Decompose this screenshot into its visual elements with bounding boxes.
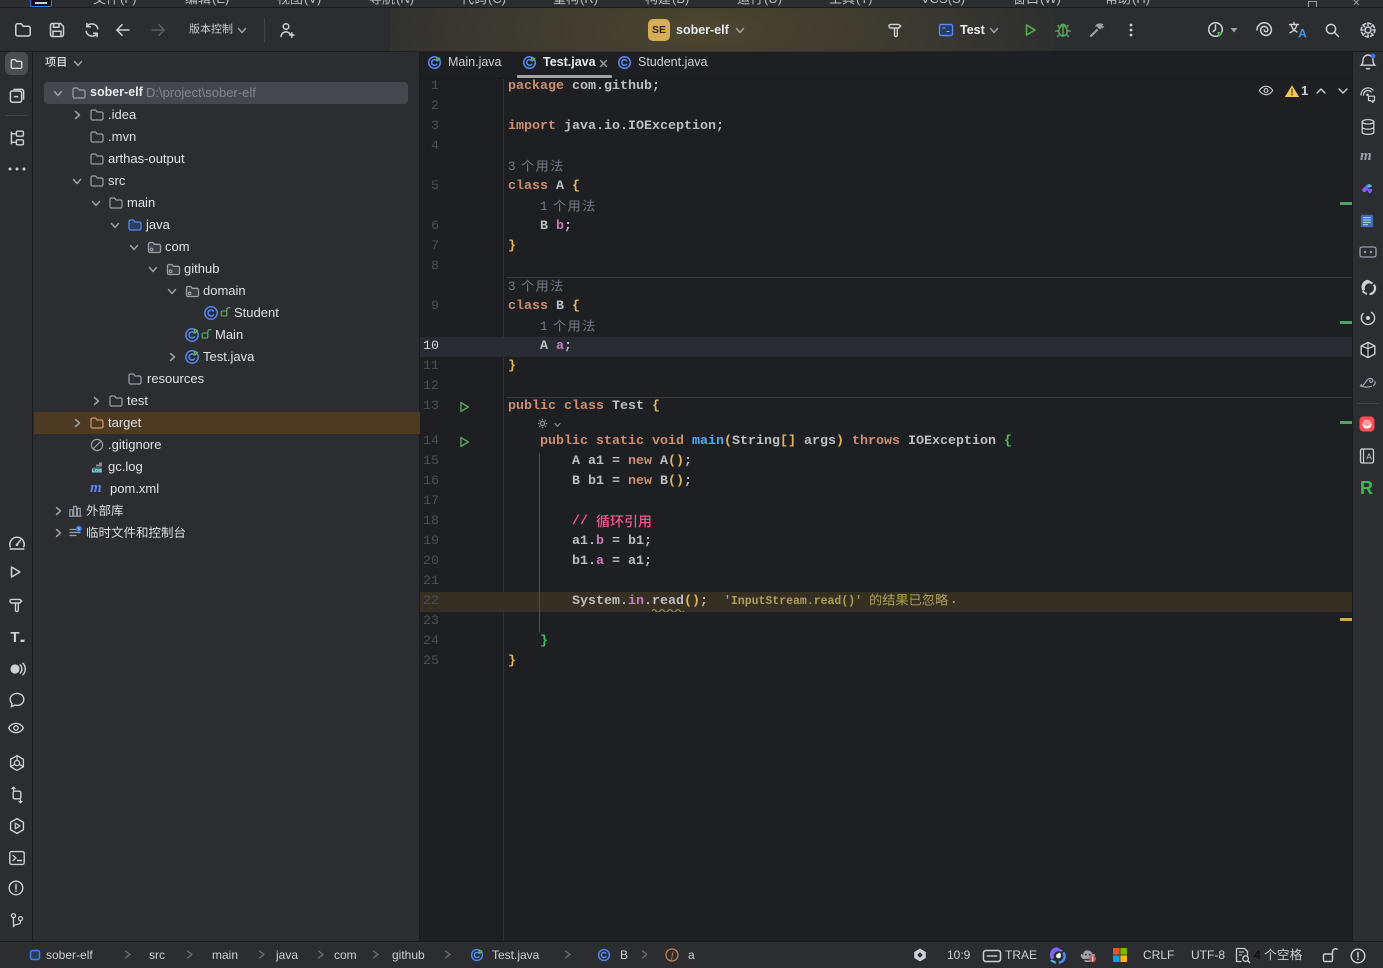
svg-text:A: A [1366, 452, 1372, 462]
svg-text:T: T [10, 629, 19, 646]
svg-text:A: A [1298, 27, 1307, 41]
svg-text:LOG: LOG [92, 468, 102, 473]
svg-text:f: f [671, 950, 675, 960]
